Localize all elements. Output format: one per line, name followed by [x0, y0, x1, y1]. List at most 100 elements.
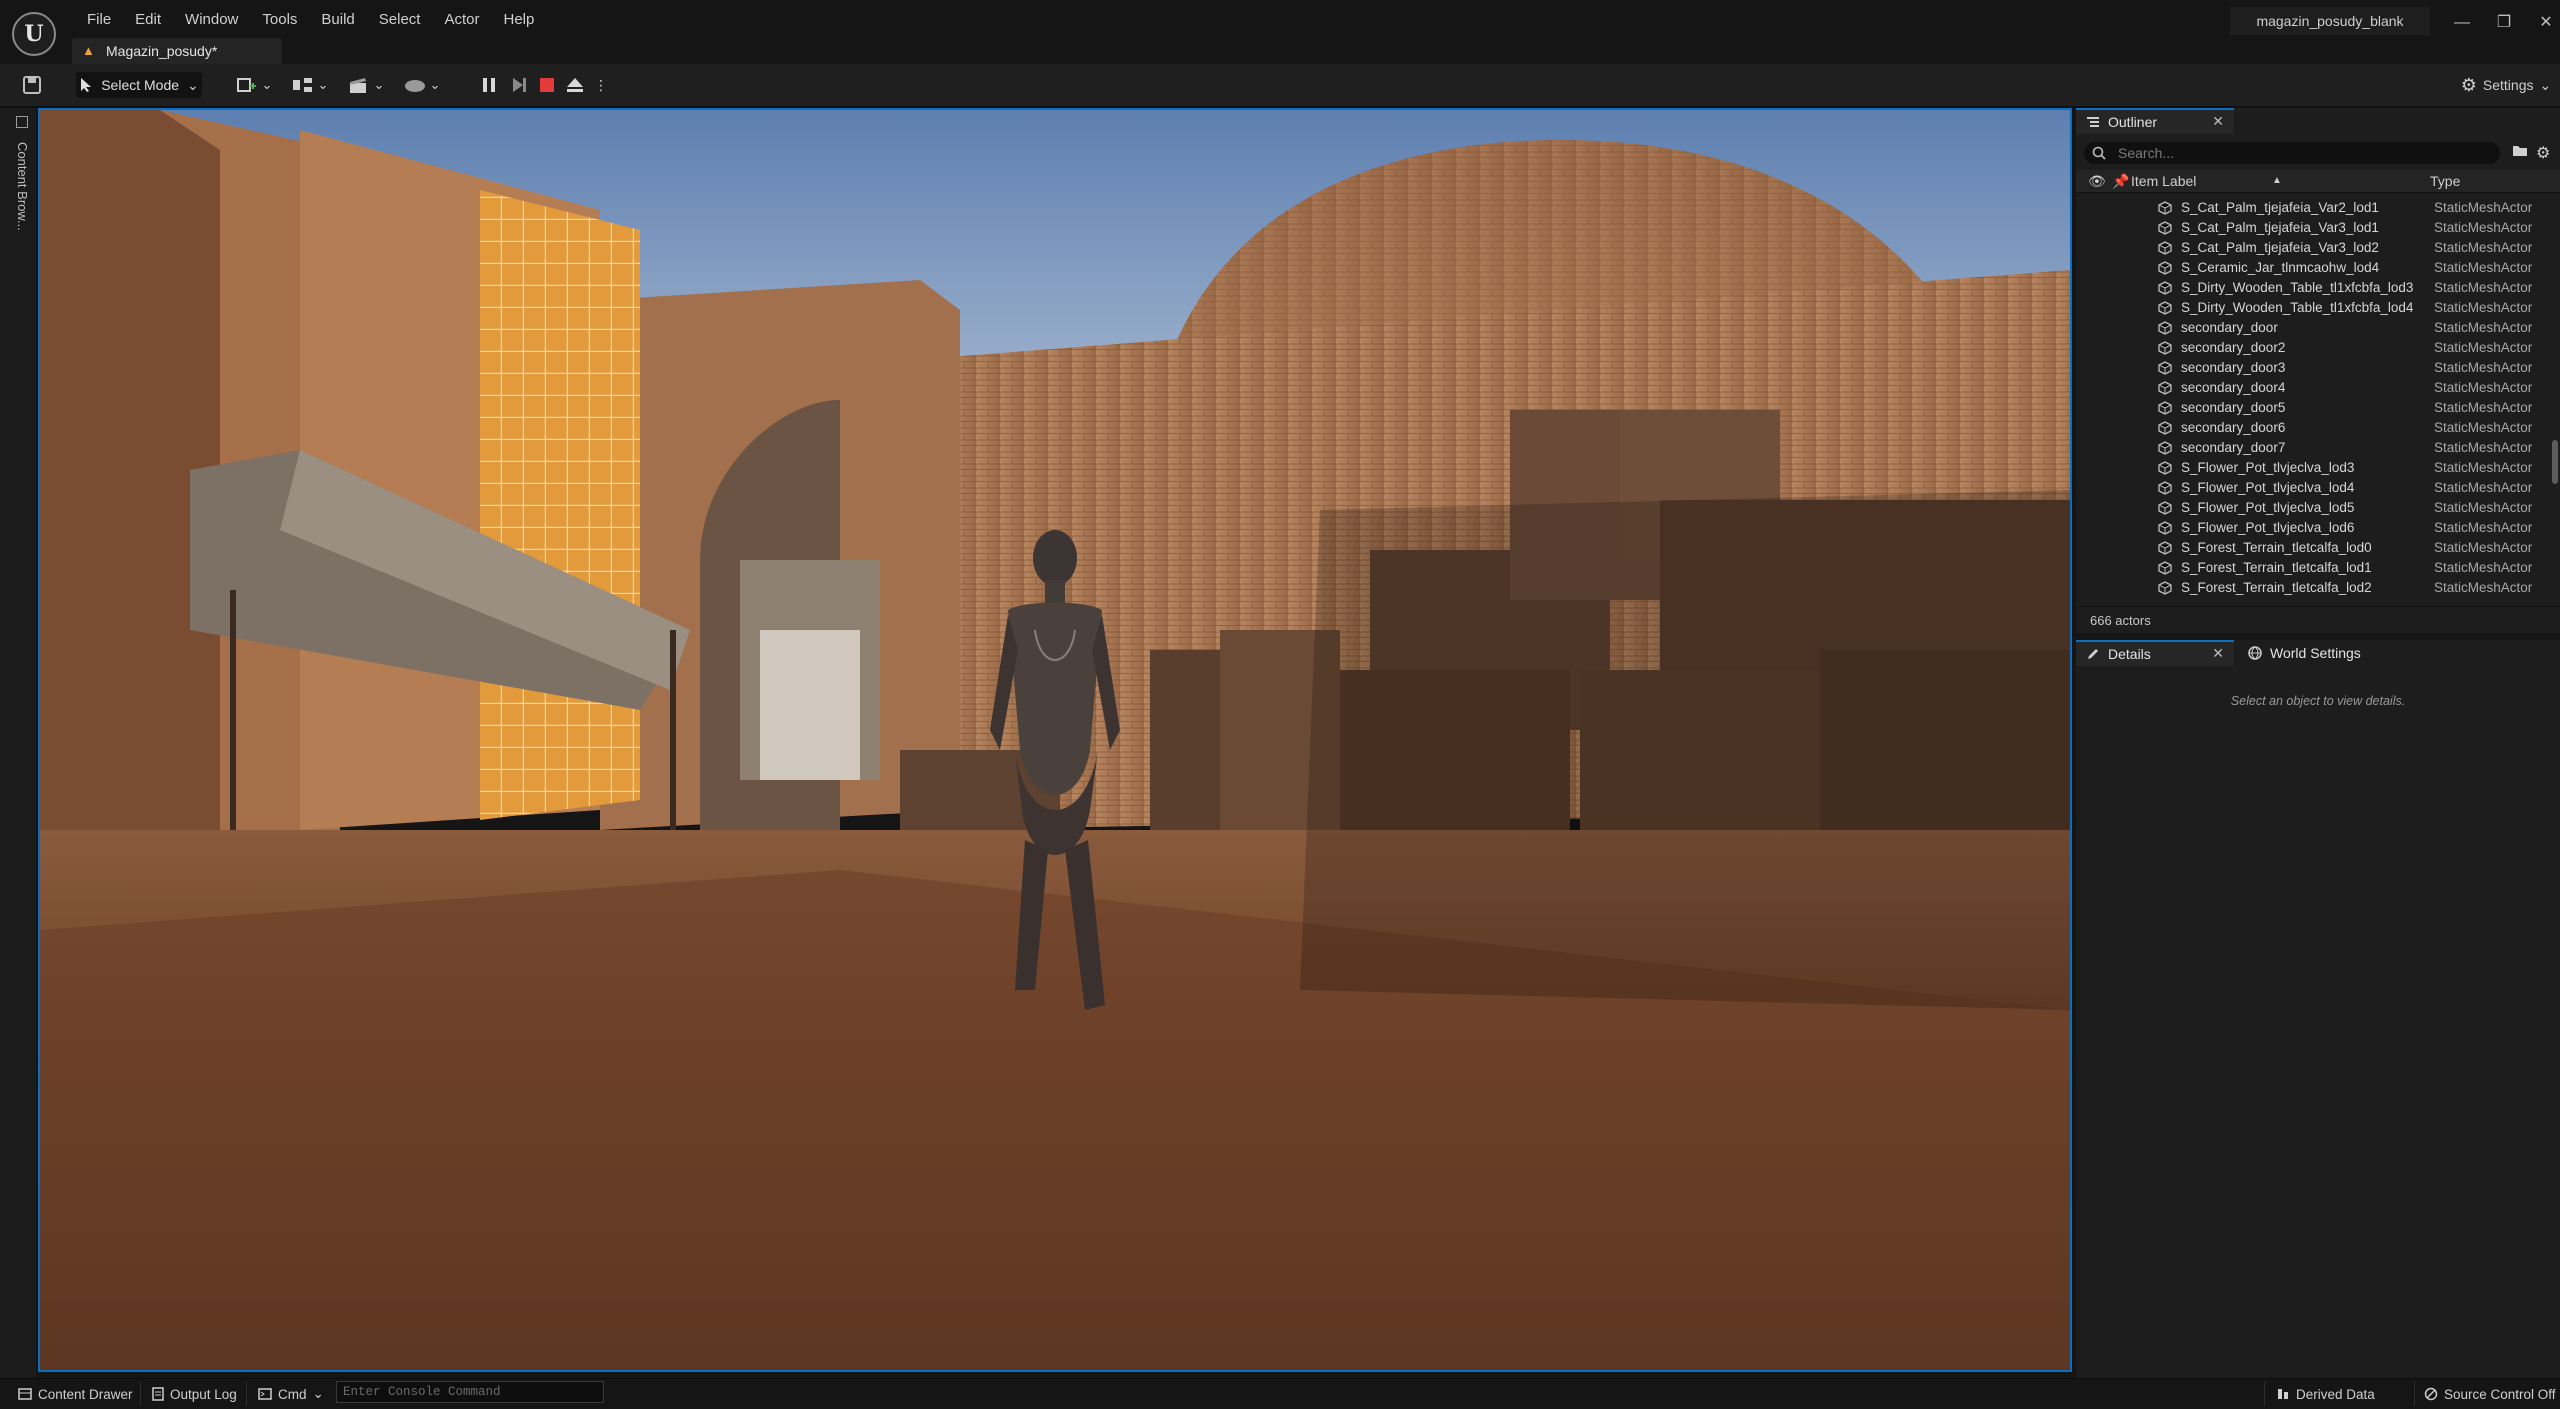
- outliner-row[interactable]: S_Forest_Terrain_tletcalfa_lod2 StaticMes…: [2076, 578, 2552, 598]
- save-button[interactable]: [14, 72, 50, 98]
- derived-data-button[interactable]: Derived Data: [2276, 1384, 2375, 1404]
- outliner-row[interactable]: S_Ceramic_Jar_tlnmcaohw_lod4 StaticMeshAc…: [2076, 258, 2552, 278]
- outliner-row-label: secondary_door7: [2181, 440, 2286, 455]
- eye-icon[interactable]: 👁: [2088, 173, 2106, 190]
- console-command-field[interactable]: [336, 1381, 604, 1403]
- outliner-row[interactable]: S_Cat_Palm_tjejafeia_Var3_lod1 StaticMesh…: [2076, 218, 2552, 238]
- unreal-logo-icon[interactable]: U: [12, 12, 56, 56]
- divider: [2264, 1382, 2265, 1406]
- divider: [2414, 1382, 2415, 1406]
- blueprints-button[interactable]: ⌄: [288, 72, 332, 98]
- cmd-dropdown[interactable]: Cmd ⌄: [258, 1384, 324, 1404]
- outliner-row[interactable]: S_Cat_Palm_tjejafeia_Var3_lod2 StaticMesh…: [2076, 238, 2552, 258]
- chevron-down-icon: ⌄: [373, 77, 385, 92]
- level-tab[interactable]: ▲ Magazin_posudy*: [72, 38, 282, 64]
- outliner-row[interactable]: S_Dirty_Wooden_Table_tl1xfcbfa_lod3 Stati…: [2076, 278, 2552, 298]
- static-mesh-icon: [2158, 381, 2172, 395]
- details-tab[interactable]: Details ✕: [2076, 640, 2234, 666]
- item-label-column[interactable]: Item Label: [2131, 173, 2196, 189]
- outliner-row-label: secondary_door4: [2181, 380, 2286, 395]
- scene-render: [40, 110, 2070, 1370]
- outliner-row[interactable]: S_Flower_Pot_tlvjeclva_lod3 StaticMeshAct…: [2076, 458, 2552, 478]
- outliner-search[interactable]: [2084, 142, 2500, 164]
- add-actor-button[interactable]: ⌄: [232, 72, 276, 98]
- cinematics-button[interactable]: ⌄: [344, 72, 388, 98]
- outliner-row[interactable]: secondary_door7 StaticMeshActor: [2076, 438, 2552, 458]
- menu-select[interactable]: Select: [367, 9, 433, 31]
- outliner-row[interactable]: secondary_door4 StaticMeshActor: [2076, 378, 2552, 398]
- chevron-down-icon: ⌄: [312, 1386, 324, 1401]
- outliner-row-type: StaticMeshActor: [2434, 480, 2533, 495]
- outliner-row[interactable]: secondary_door3 StaticMeshActor: [2076, 358, 2552, 378]
- type-column[interactable]: Type: [2430, 173, 2460, 189]
- static-mesh-icon: [2158, 421, 2172, 435]
- outliner-row[interactable]: S_Cat_Palm_tjejafeia_Var2_lod1 StaticMesh…: [2076, 198, 2552, 218]
- static-mesh-icon: [2158, 341, 2172, 355]
- outliner-row[interactable]: S_Flower_Pot_tlvjeclva_lod6 StaticMeshAct…: [2076, 518, 2552, 538]
- chevron-down-icon: ⌄: [261, 77, 273, 92]
- static-mesh-icon: [2158, 541, 2172, 555]
- outliner-row[interactable]: secondary_door5 StaticMeshActor: [2076, 398, 2552, 418]
- menu-window[interactable]: Window: [173, 9, 250, 31]
- outliner-row-type: StaticMeshActor: [2434, 280, 2533, 295]
- close-icon[interactable]: ✕: [2212, 645, 2224, 662]
- outliner-row-type: StaticMeshActor: [2434, 540, 2533, 555]
- static-mesh-icon: [2158, 301, 2172, 315]
- console-command-input[interactable]: [337, 1382, 599, 1402]
- menu-tools[interactable]: Tools: [250, 9, 309, 31]
- content-drawer-button[interactable]: Content Drawer: [18, 1384, 133, 1404]
- project-title: magazin_posudy_blank: [2230, 7, 2430, 35]
- platforms-button[interactable]: ⌄: [400, 72, 444, 98]
- menu-file[interactable]: File: [75, 9, 123, 31]
- play-options-button[interactable]: ⋮: [592, 72, 610, 98]
- resume-button[interactable]: [506, 72, 532, 98]
- close-window-icon[interactable]: ✕: [2526, 10, 2560, 36]
- outliner-row-type: StaticMeshActor: [2434, 580, 2533, 595]
- menu-actor[interactable]: Actor: [432, 9, 491, 31]
- world-settings-tab[interactable]: World Settings: [2238, 640, 2398, 666]
- menu-help[interactable]: Help: [492, 9, 547, 31]
- minimize-icon[interactable]: —: [2442, 10, 2482, 36]
- static-mesh-icon: [2158, 281, 2172, 295]
- outliner-row-label: S_Flower_Pot_tlvjeclva_lod5: [2181, 500, 2355, 515]
- output-log-label: Output Log: [170, 1386, 237, 1402]
- eject-icon: [567, 78, 583, 92]
- outliner-row-label: S_Cat_Palm_tjejafeia_Var3_lod1: [2181, 220, 2379, 235]
- more-vertical-icon: ⋮: [594, 76, 608, 93]
- settings-label: Settings: [2482, 77, 2534, 93]
- static-mesh-icon: [2158, 261, 2172, 275]
- outliner-row-type: StaticMeshActor: [2434, 260, 2533, 275]
- outliner-row-label: S_Flower_Pot_tlvjeclva_lod6: [2181, 520, 2355, 535]
- stop-button[interactable]: [534, 72, 560, 98]
- details-tab-label: Details: [2108, 646, 2151, 662]
- restore-icon[interactable]: ❐: [2484, 10, 2524, 36]
- menu-edit[interactable]: Edit: [123, 9, 173, 31]
- select-mode-dropdown[interactable]: Select Mode ⌄: [76, 72, 202, 98]
- eject-button[interactable]: [562, 72, 588, 98]
- pin-icon[interactable]: 📌: [2112, 173, 2129, 190]
- settings-button[interactable]: ⚙ Settings ⌄: [2458, 72, 2554, 98]
- outliner-tab[interactable]: Outliner ✕: [2076, 108, 2234, 134]
- output-log-button[interactable]: Output Log: [152, 1384, 237, 1404]
- outliner-settings-button[interactable]: ⚙: [2536, 143, 2556, 163]
- outliner-row-type: StaticMeshActor: [2434, 320, 2533, 335]
- close-icon[interactable]: ✕: [2212, 113, 2224, 130]
- pause-button[interactable]: [476, 72, 502, 98]
- outliner-row[interactable]: S_Dirty_Wooden_Table_tl1xfcbfa_lod4 Stati…: [2076, 298, 2552, 318]
- static-mesh-icon: [2158, 481, 2172, 495]
- outliner-row[interactable]: S_Flower_Pot_tlvjeclva_lod4 StaticMeshAct…: [2076, 478, 2552, 498]
- outliner-row[interactable]: S_Flower_Pot_tlvjeclva_lod5 StaticMeshAct…: [2076, 498, 2552, 518]
- outliner-row[interactable]: S_Forest_Terrain_tletcalfa_lod0 StaticMes…: [2076, 538, 2552, 558]
- outliner-row[interactable]: secondary_door6 StaticMeshActor: [2076, 418, 2552, 438]
- menu-build[interactable]: Build: [309, 9, 366, 31]
- static-mesh-icon: [2158, 321, 2172, 335]
- source-control-button[interactable]: Source Control Off: [2424, 1384, 2556, 1404]
- level-viewport[interactable]: [38, 108, 2072, 1372]
- outliner-row[interactable]: secondary_door2 StaticMeshActor: [2076, 338, 2552, 358]
- outliner-row[interactable]: secondary_door StaticMeshActor: [2076, 318, 2552, 338]
- add-folder-button[interactable]: [2512, 143, 2532, 163]
- outliner-scrollbar[interactable]: [2552, 440, 2558, 484]
- content-browser-tab[interactable]: Content Brow...: [12, 118, 32, 238]
- outliner-row[interactable]: S_Forest_Terrain_tletcalfa_lod1 StaticMes…: [2076, 558, 2552, 578]
- search-input[interactable]: [2116, 144, 2480, 162]
